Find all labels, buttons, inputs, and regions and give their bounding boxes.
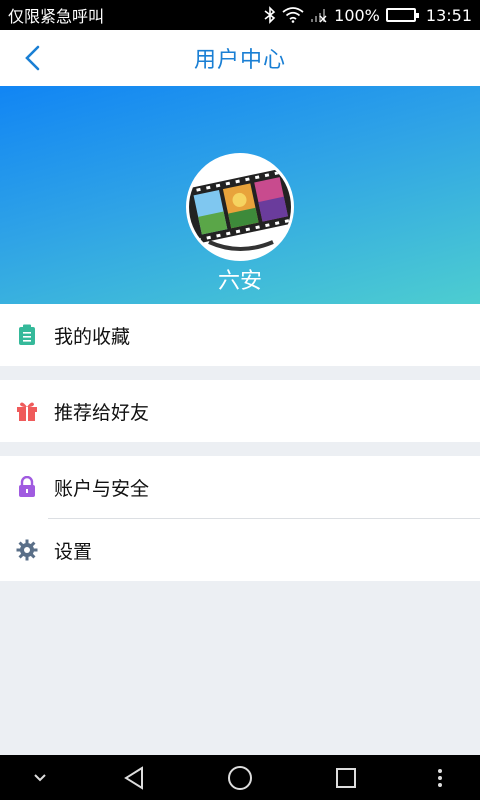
menu-item-account-security[interactable]: 账户与安全 (0, 456, 480, 518)
nav-more-button[interactable] (420, 755, 460, 800)
menu-item-settings[interactable]: 设置 (0, 519, 480, 581)
lock-icon (16, 476, 38, 498)
menu-group-account: 账户与安全 设置 (0, 456, 480, 581)
bluetooth-icon (264, 6, 276, 24)
account-security-label: 账户与安全 (54, 477, 150, 500)
chevron-down-icon (34, 773, 46, 781)
clock: 13:51 (425, 5, 472, 25)
system-nav-bar (0, 755, 480, 800)
username: 六安 (217, 269, 262, 294)
triangle-back-icon (124, 765, 143, 790)
battery-icon (385, 8, 419, 22)
favorites-label: 我的收藏 (54, 325, 131, 348)
nav-back-button[interactable] (112, 755, 156, 800)
menu-item-favorites[interactable]: 我的收藏 (0, 304, 480, 366)
menu-group-recommend: 推荐给好友 (0, 380, 480, 442)
menu-item-recommend[interactable]: 推荐给好友 (0, 380, 480, 442)
wifi-icon (282, 7, 304, 23)
back-button[interactable] (12, 38, 52, 78)
menu-group-favorites: 我的收藏 (0, 304, 480, 366)
profile-banner: 六安 (0, 86, 480, 304)
more-vertical-icon (438, 768, 442, 787)
chevron-left-icon (25, 45, 40, 71)
page-title: 用户中心 (193, 48, 286, 73)
nav-home-button[interactable] (218, 755, 262, 800)
avatar[interactable] (186, 153, 294, 261)
settings-label: 设置 (54, 540, 93, 563)
film-avatar-image (189, 156, 291, 258)
status-bar: 仅限紧急呼叫 100% 13:51 (0, 0, 480, 30)
app-header: 用户中心 (0, 30, 480, 86)
battery-percent: 100% (334, 5, 380, 25)
gift-icon (16, 400, 38, 422)
nav-recents-button[interactable] (324, 755, 368, 800)
nav-collapse-button[interactable] (20, 755, 60, 800)
recommend-label: 推荐给好友 (54, 401, 150, 424)
signal-icon (310, 7, 328, 23)
clipboard-icon (16, 324, 38, 346)
gear-icon (16, 539, 38, 561)
carrier-text: 仅限紧急呼叫 (8, 7, 105, 26)
square-recents-icon (336, 767, 356, 788)
circle-home-icon (228, 765, 252, 790)
